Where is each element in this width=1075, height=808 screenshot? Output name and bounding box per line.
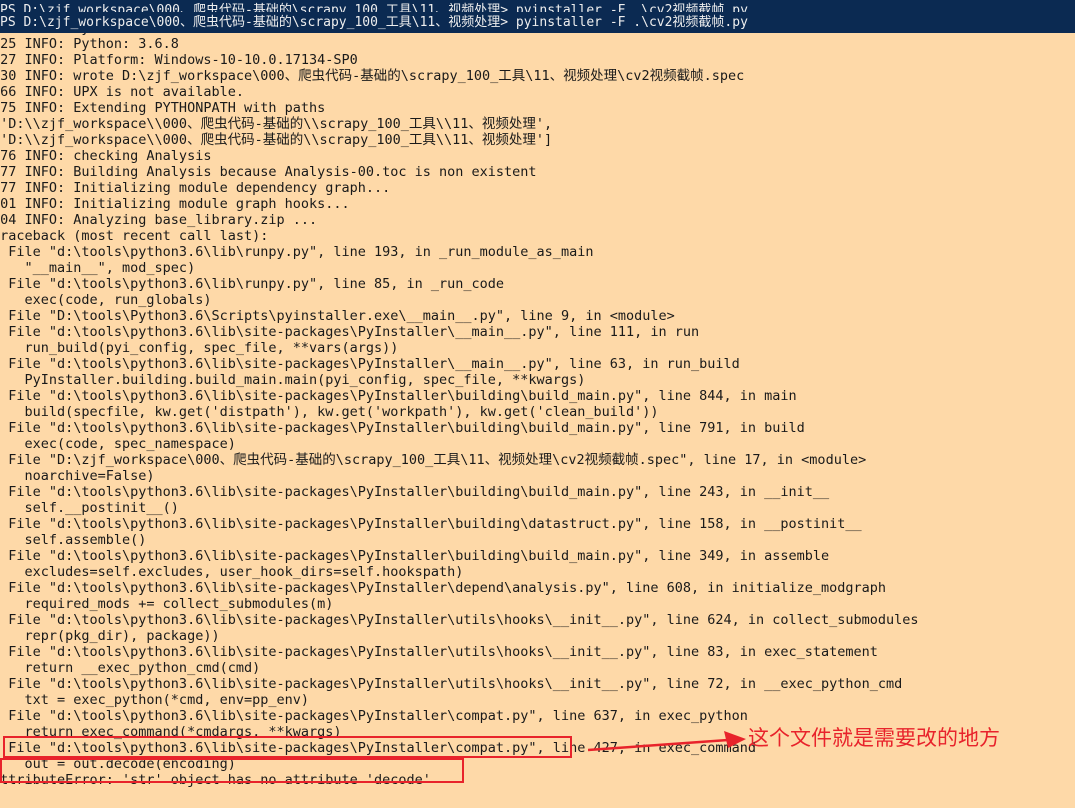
annotation-text: 这个文件就是需要改的地方	[748, 726, 1000, 750]
terminal-line: 'D:\\zjf_workspace\\000、爬虫代码-基础的\\scrapy…	[0, 132, 553, 148]
terminal-line: File "D:\tools\Python3.6\Scripts\pyinsta…	[0, 308, 675, 324]
terminal-line: 525 INFO: Python: 3.6.8	[0, 36, 179, 52]
terminal-line: noarchive=False)	[0, 468, 155, 484]
terminal-line: Traceback (most recent call last):	[0, 228, 269, 244]
terminal-line: ['D:\\zjf_workspace\\000、爬虫代码-基础的\\scrap…	[0, 116, 553, 132]
terminal-line: 577 INFO: Initializing module dependency…	[0, 180, 391, 196]
terminal-line: run_build(pyi_config, spec_file, **vars(…	[0, 340, 399, 356]
terminal-line: File "d:\tools\python3.6\lib\site-packag…	[0, 612, 919, 628]
terminal-line: self.assemble()	[0, 532, 147, 548]
highlight-box-file-line	[3, 736, 572, 758]
terminal-line: 576 INFO: checking Analysis	[0, 148, 212, 164]
terminal-line: self.__postinit__()	[0, 500, 179, 516]
terminal-line: excludes=self.excludes, user_hook_dirs=s…	[0, 564, 464, 580]
terminal-line: 566 INFO: UPX is not available.	[0, 84, 244, 100]
terminal-line: 575 INFO: Extending PYTHONPATH with path…	[0, 100, 326, 116]
terminal-line: exec(code, run_globals)	[0, 292, 212, 308]
next-command-prompt-line: PS D:\zjf_workspace\000、爬虫代码-基础的\scrapy_…	[0, 12, 1075, 33]
terminal-line: File "d:\tools\python3.6\lib\site-packag…	[0, 356, 740, 372]
terminal-line: 604 INFO: Analyzing base_library.zip ...	[0, 212, 318, 228]
terminal-line: File "d:\tools\python3.6\lib\site-packag…	[0, 676, 903, 692]
terminal-line: File "D:\zjf_workspace\000、爬虫代码-基础的\scra…	[0, 452, 867, 468]
terminal-line: File "d:\tools\python3.6\lib\site-packag…	[0, 420, 805, 436]
terminal-line: 530 INFO: wrote D:\zjf_workspace\000、爬虫代…	[0, 68, 745, 84]
annotation-arrow-icon	[588, 731, 746, 752]
terminal-output: 525 INFO: PyInstaller: 3.5525 INFO: Pyth…	[0, 20, 1075, 788]
terminal-line: PyInstaller.building.build_main.main(pyi…	[0, 372, 586, 388]
terminal-line: exec(code, spec_namespace)	[0, 436, 236, 452]
terminal-line: required_mods += collect_submodules(m)	[0, 596, 334, 612]
terminal-line: File "d:\tools\python3.6\lib\site-packag…	[0, 644, 878, 660]
terminal-line: repr(pkg_dir), package))	[0, 628, 220, 644]
terminal-line: 527 INFO: Platform: Windows-10-10.0.1713…	[0, 52, 358, 68]
terminal-line: File "d:\tools\python3.6\lib\site-packag…	[0, 388, 797, 404]
terminal-line: return __exec_python_cmd(cmd)	[0, 660, 261, 676]
terminal-line: txt = exec_python(*cmd, env=pp_env)	[0, 692, 309, 708]
terminal-line: File "d:\tools\python3.6\lib\site-packag…	[0, 516, 862, 532]
terminal-line: File "d:\tools\python3.6\lib\runpy.py", …	[0, 276, 505, 292]
highlight-box-error-line	[0, 758, 464, 783]
terminal-line: 601 INFO: Initializing module graph hook…	[0, 196, 350, 212]
terminal-line: build(specfile, kw.get('distpath'), kw.g…	[0, 404, 659, 420]
terminal-line: File "d:\tools\python3.6\lib\site-packag…	[0, 548, 830, 564]
terminal-line: "__main__", mod_spec)	[0, 260, 196, 276]
terminal-line: File "d:\tools\python3.6\lib\site-packag…	[0, 580, 887, 596]
terminal-line: File "d:\tools\python3.6\lib\runpy.py", …	[0, 244, 594, 260]
terminal-line: File "d:\tools\python3.6\lib\site-packag…	[0, 324, 700, 340]
terminal-line: File "d:\tools\python3.6\lib\site-packag…	[0, 484, 830, 500]
terminal-line: 577 INFO: Building Analysis because Anal…	[0, 164, 537, 180]
